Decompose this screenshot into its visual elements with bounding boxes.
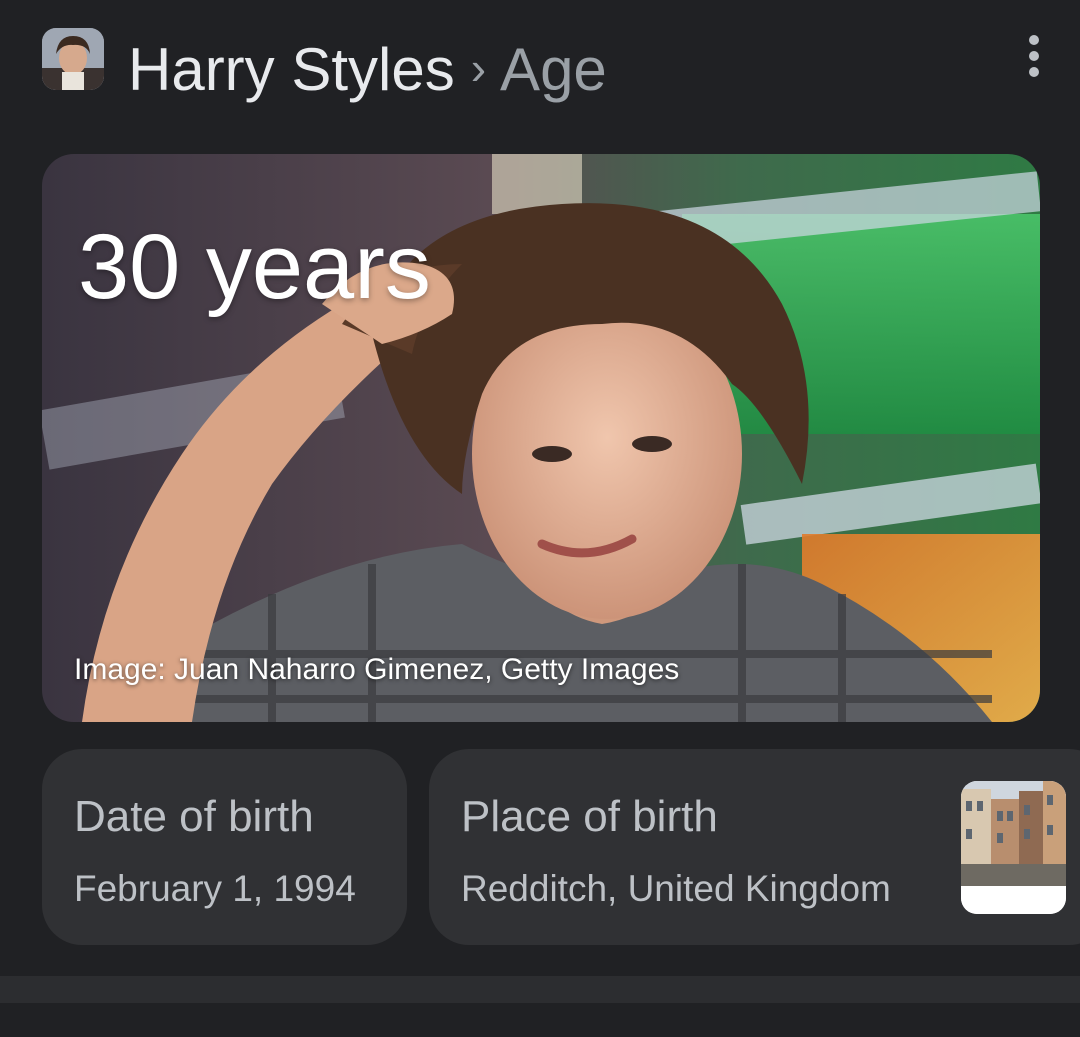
more-options-button[interactable]: [1010, 28, 1058, 84]
section-divider: [0, 976, 1080, 1003]
breadcrumb-separator: ›: [470, 42, 487, 94]
age-value: 30 years: [78, 216, 431, 318]
breadcrumb-attribute: Age: [500, 36, 607, 103]
place-of-birth-chip[interactable]: Place of birth Redditch, United Kingdom: [429, 749, 1080, 945]
breadcrumb: Harry Styles › Age: [128, 30, 607, 110]
place-thumbnail[interactable]: [961, 781, 1066, 914]
next-section: [0, 1003, 1080, 1037]
chip-title: Place of birth: [461, 792, 718, 841]
chip-value: Redditch, United Kingdom: [461, 868, 891, 909]
age-hero-card[interactable]: 30 years Image: Juan Naharro Gimenez, Ge…: [42, 154, 1040, 722]
image-credit: Image: Juan Naharro Gimenez, Getty Image…: [74, 653, 680, 686]
avatar-image: [42, 28, 104, 90]
chip-title: Date of birth: [74, 792, 314, 841]
answer-header: Harry Styles › Age: [0, 0, 1080, 130]
age-answer-page: Harry Styles › Age 30 years Image: Juan …: [0, 0, 1080, 1037]
breadcrumb-entity[interactable]: Harry Styles: [128, 30, 455, 110]
date-of-birth-chip[interactable]: Date of birth February 1, 1994: [42, 749, 407, 945]
more-vert-icon: [1029, 35, 1039, 45]
chip-value: February 1, 1994: [74, 868, 356, 909]
entity-avatar[interactable]: [42, 28, 104, 90]
more-vert-icon-dot: [1029, 51, 1039, 61]
town-street-photo: [961, 781, 1066, 914]
more-vert-icon-dot: [1029, 67, 1039, 77]
